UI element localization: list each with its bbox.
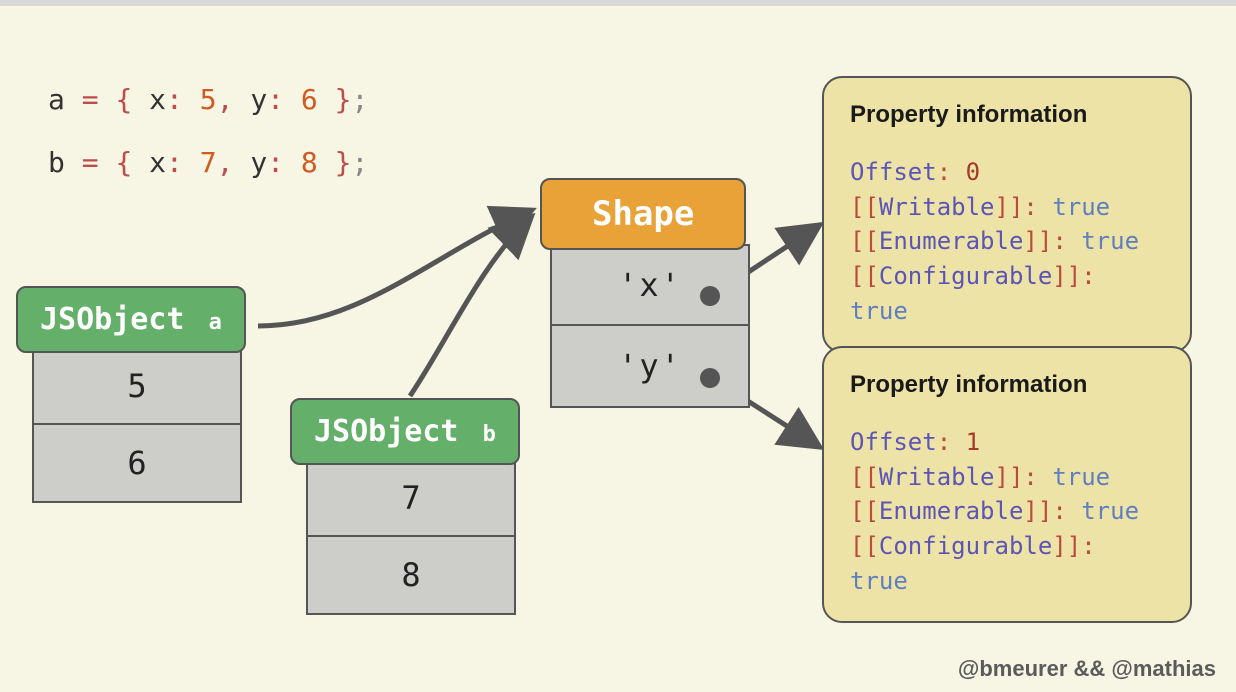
code-token: = [82,146,99,179]
code-token: , [217,83,234,116]
pi-val: true [1052,463,1110,491]
code-block: a = { x: 5, y: 6 }; b = { x: 7 [48,78,368,204]
connector-dot [700,286,720,306]
code-token: : [267,146,284,179]
property-row-enumerable: [[Enumerable]]: true [850,494,1164,529]
pi-val: true [1052,193,1110,221]
property-row-writable: [[Writable]]: true [850,460,1164,495]
code-token: = [82,83,99,116]
code-token: 8 [301,146,318,179]
shape-prop-cell: 'x' [550,244,750,326]
code-token: ; [351,146,368,179]
connector-dot [700,368,720,388]
property-info-title: Property information [850,368,1164,403]
jsobject-b-header: JSObject b [290,398,520,465]
code-token: , [217,146,234,179]
jsobject-a-suffix: a [209,310,222,335]
code-token: a [48,83,65,116]
code-line-1: a = { x: 5, y: 6 }; [48,78,368,123]
pi-key: Offset [850,158,937,186]
property-row-offset: Offset: 1 [850,425,1164,460]
pi-key: Configurable [879,532,1052,560]
shape-prop-cell: 'y' [550,326,750,408]
pi-val: true [850,567,908,595]
property-row-configurable: [[Configurable]]: true [850,259,1164,329]
code-line-2: b = { x: 7, y: 8 }; [48,141,368,186]
code-token: x [149,146,166,179]
jsobject-b-suffix: b [483,422,496,447]
code-token: y [250,83,267,116]
jsobject-a-header: JSObject a [16,286,246,353]
property-info-bottom: Property information Offset: 1 [[Writabl… [822,346,1192,623]
code-token: { [115,146,132,179]
code-token: 5 [200,83,217,116]
jsobject-b-label: JSObject [314,414,459,449]
pi-key: Enumerable [879,497,1024,525]
code-token: : [166,83,183,116]
code-token: 6 [301,83,318,116]
jsobject-b-cell: 8 [306,537,516,615]
pi-key: Writable [879,193,995,221]
jsobject-a: JSObject a 5 6 [16,286,246,503]
property-info-title: Property information [850,98,1164,133]
pi-key: Offset [850,428,937,456]
jsobject-a-cell: 6 [32,425,242,503]
property-info-top: Property information Offset: 0 [[Writabl… [822,76,1192,353]
pi-key: Enumerable [879,227,1024,255]
property-row-writable: [[Writable]]: true [850,190,1164,225]
property-row-configurable: [[Configurable]]: true [850,529,1164,599]
jsobject-b-cell: 7 [306,459,516,537]
jsobject-a-cell: 5 [32,347,242,425]
pi-key: Configurable [879,262,1052,290]
credit-text: @bmeurer && @mathias [958,656,1216,682]
pi-val: true [1081,497,1139,525]
code-token: } [335,146,352,179]
code-token: { [115,83,132,116]
pi-val: 1 [966,428,980,456]
pi-val: true [850,297,908,325]
jsobject-a-label: JSObject [40,302,185,337]
jsobject-b: JSObject b 7 8 [290,398,520,615]
property-row-enumerable: [[Enumerable]]: true [850,224,1164,259]
code-token: } [335,83,352,116]
pi-val: 0 [966,158,980,186]
code-token: b [48,146,65,179]
property-row-offset: Offset: 0 [850,155,1164,190]
code-token: ; [351,83,368,116]
shape-header: Shape [540,178,746,250]
code-token: y [250,146,267,179]
pi-key: Writable [879,463,995,491]
code-token: : [267,83,284,116]
code-token: : [166,146,183,179]
code-token: 7 [200,146,217,179]
code-token: x [149,83,166,116]
pi-val: true [1081,227,1139,255]
shape-label: Shape [592,194,694,234]
